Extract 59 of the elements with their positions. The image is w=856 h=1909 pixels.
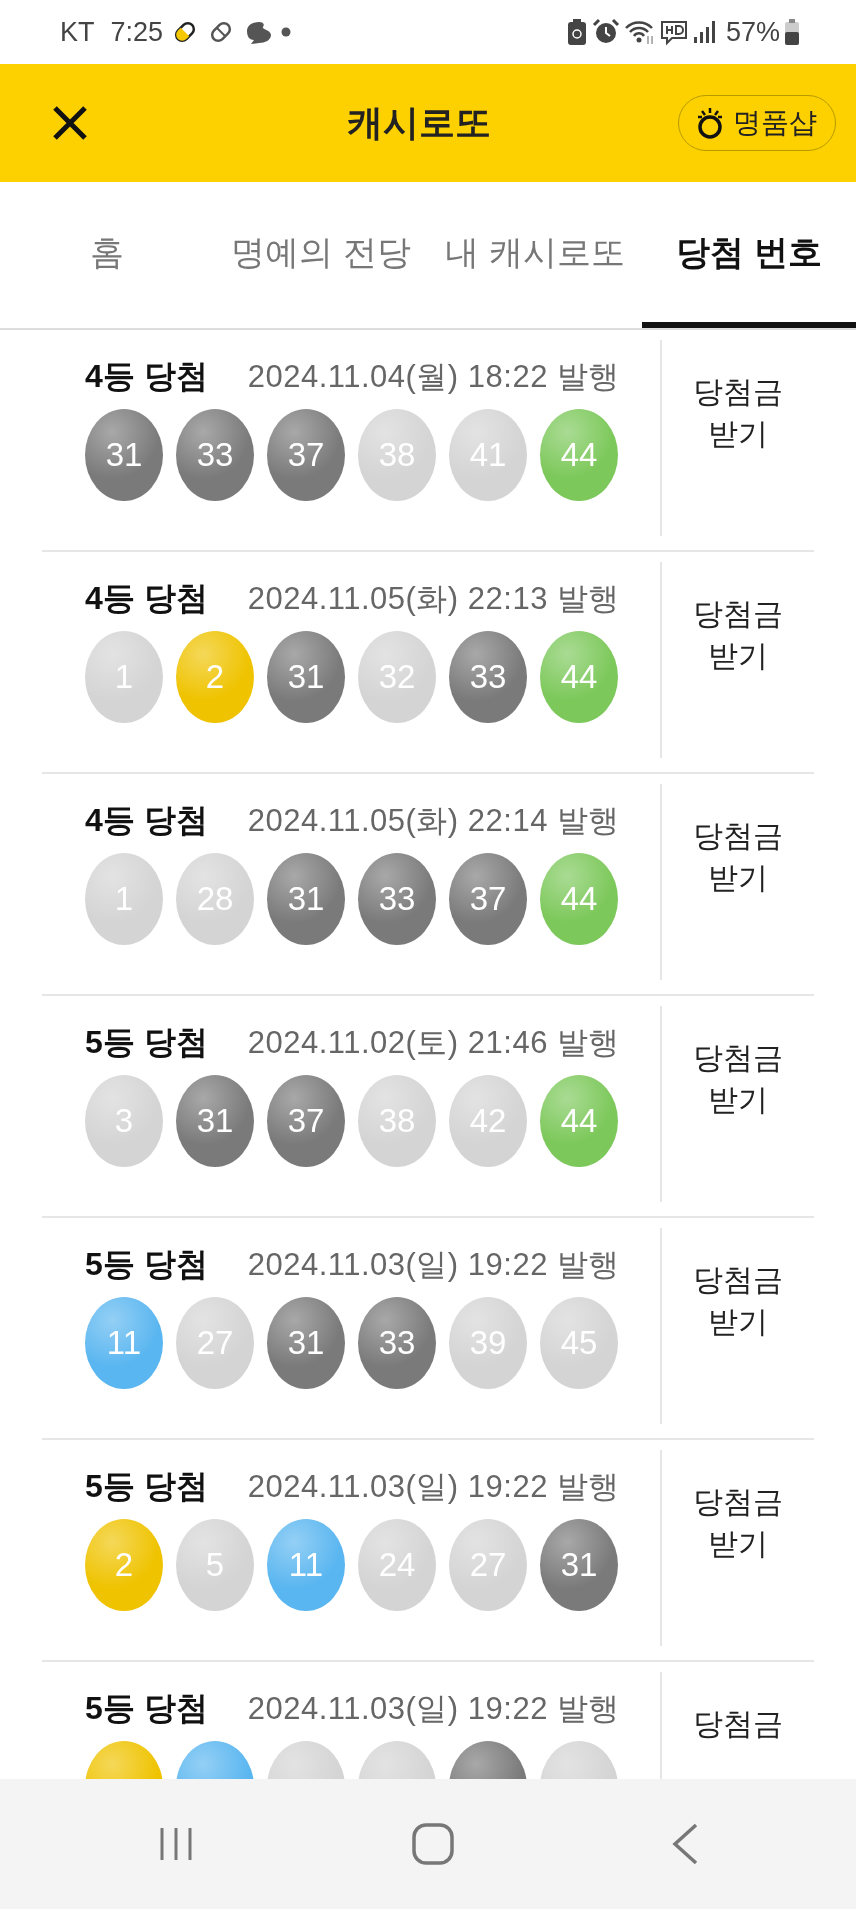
lotto-ball: 33 <box>449 630 527 723</box>
battery-percent-text: 57% <box>725 15 780 49</box>
home-icon[interactable] <box>411 1822 455 1866</box>
lotto-ball: 31 <box>267 1296 345 1389</box>
lotto-ball: 44 <box>540 852 618 945</box>
lotto-ball: 33 <box>358 1296 436 1389</box>
battery-saver-icon <box>565 18 588 46</box>
claim-prize-button[interactable]: 당첨금 받기 <box>687 1258 789 1344</box>
lotto-ball: 2 <box>85 1518 163 1611</box>
claim-prize-button[interactable]: 당첨금 받기 <box>687 1036 789 1122</box>
lotto-ball: 44 <box>540 1074 618 1167</box>
tab[interactable]: 홈 <box>0 182 214 328</box>
issue-date-text: 2024.11.02(토) 21:46 발행 <box>247 1024 620 1062</box>
carrier-text: KT <box>60 15 95 49</box>
tab[interactable]: 내 캐시로또 <box>428 182 642 328</box>
prize-rank-text: 5등 당첨 <box>85 1023 208 1062</box>
lotto-ball: 44 <box>540 408 618 501</box>
lotto-ball: 31 <box>176 1074 254 1167</box>
lotto-ball: 37 <box>267 1074 345 1167</box>
issue-date-text: 2024.11.05(화) 22:14 발행 <box>247 802 620 840</box>
prize-rank-text: 5등 당첨 <box>85 1245 208 1284</box>
issue-date-text: 2024.11.03(일) 19:22 발행 <box>247 1468 620 1506</box>
issue-date-text: 2024.11.03(일) 19:22 발행 <box>247 1690 620 1728</box>
claim-prize-button[interactable]: 당첨금 <box>687 1702 789 1746</box>
lotto-ball: 33 <box>358 852 436 945</box>
prize-rank-text: 5등 당첨 <box>85 1689 208 1728</box>
dot-icon <box>281 27 292 37</box>
claim-prize-button[interactable]: 당첨금 받기 <box>687 370 789 456</box>
claim-prize-button[interactable]: 당첨금 받기 <box>687 592 789 678</box>
claim-prize-button[interactable]: 당첨금 받기 <box>687 1480 789 1566</box>
prize-rank-text: 4등 당첨 <box>85 801 208 840</box>
battery-icon <box>784 18 800 46</box>
lotto-ball: 37 <box>449 852 527 945</box>
lotto-ball: 37 <box>267 408 345 501</box>
lotto-ball: 33 <box>176 408 254 501</box>
clock-text: 7:25 <box>110 15 164 49</box>
prize-rank-text: 4등 당첨 <box>85 357 208 396</box>
issue-date-text: 2024.11.03(일) 19:22 발행 <box>247 1246 620 1284</box>
signal-icon <box>691 19 718 45</box>
tab[interactable]: 당첨 번호 <box>642 182 856 328</box>
tab[interactable]: 명예의 전당 <box>214 182 428 328</box>
alarm-icon <box>591 18 620 46</box>
lotto-ball: 31 <box>267 630 345 723</box>
lotto-ball: 44 <box>540 630 618 723</box>
lotto-ball: 31 <box>85 408 163 501</box>
lotto-ball: 2 <box>176 630 254 723</box>
prize-rank-text: 4등 당첨 <box>85 579 208 618</box>
issue-date-text: 2024.11.04(월) 18:22 발행 <box>247 358 620 396</box>
lotto-ball: 31 <box>267 852 345 945</box>
lotto-ball: 11 <box>267 1518 345 1611</box>
lotto-ball: 31 <box>540 1518 618 1611</box>
prize-rank-text: 5등 당첨 <box>85 1467 208 1506</box>
issue-date-text: 2024.11.05(화) 22:13 발행 <box>247 580 620 618</box>
wifi-icon <box>623 18 656 46</box>
ring-icon <box>695 106 725 140</box>
lotto-ball: 11 <box>85 1296 163 1389</box>
claim-prize-button[interactable]: 당첨금 받기 <box>687 814 789 900</box>
hd-voice-icon <box>659 18 688 46</box>
app-title: 캐시로또 <box>347 101 491 145</box>
